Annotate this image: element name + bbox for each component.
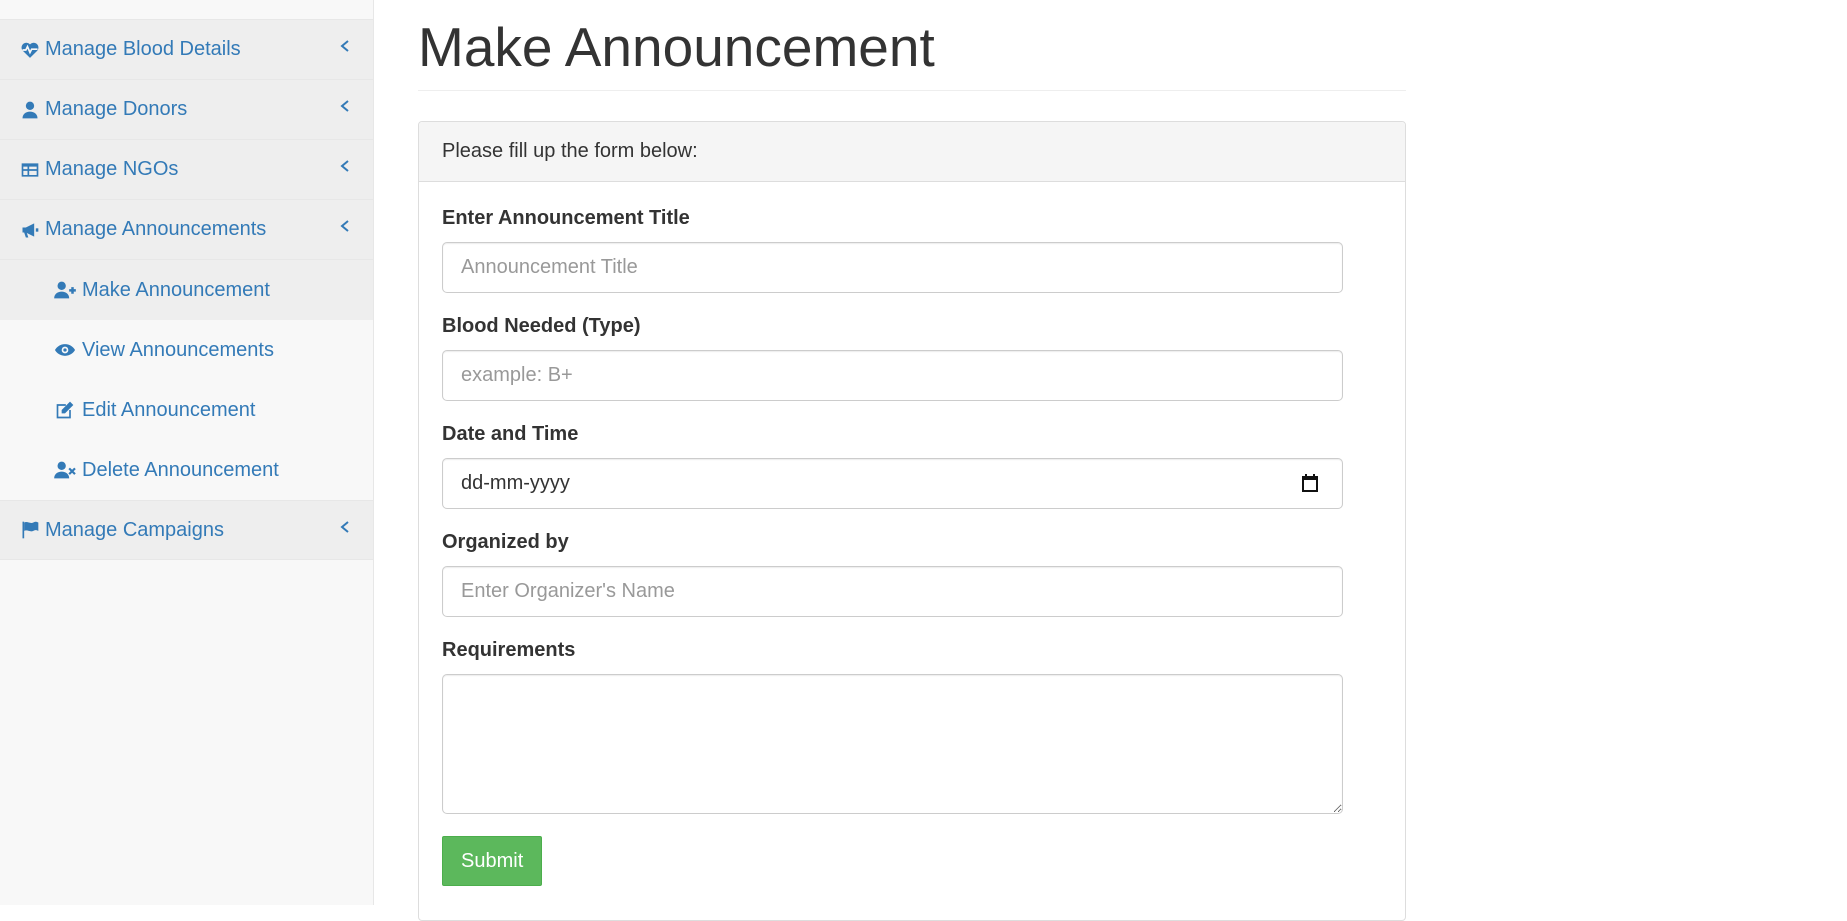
date-time-label: Date and Time [442, 423, 579, 445]
title-label: Enter Announcement Title [442, 207, 690, 229]
chevron-left-icon [339, 517, 353, 533]
sidebar: Manage Blood Details Manage Donors Manag… [0, 0, 374, 905]
page-title: Make Announcement [418, 16, 935, 78]
requirements-label: Requirements [442, 639, 576, 661]
user-times-icon [52, 459, 78, 481]
sidebar-subitem-make-announcement[interactable]: Make Announcement [0, 260, 373, 320]
chevron-left-icon [339, 216, 353, 232]
sidebar-subitem-edit-announcement[interactable]: Edit Announcement [0, 380, 373, 440]
flag-icon [19, 519, 41, 541]
sidebar-subitem-label: View Announcements [82, 338, 274, 361]
sidebar-subitem-label: Edit Announcement [82, 398, 256, 421]
user-icon [19, 99, 41, 121]
sidebar-item-label: Manage Announcements [45, 218, 267, 240]
page-header: Make Announcement [418, 18, 1406, 91]
sidebar-subitem-label: Delete Announcement [82, 458, 279, 481]
sidebar-subitem-view-announcements[interactable]: View Announcements [0, 320, 373, 380]
sidebar-subitem-delete-announcement[interactable]: Delete Announcement [0, 440, 373, 500]
form-group-title: Enter Announcement Title [442, 207, 1382, 293]
sidebar-item-label: Manage NGOs [45, 158, 179, 180]
organizer-label: Organized by [442, 531, 569, 553]
sidebar-item-manage-campaigns[interactable]: Manage Campaigns [0, 500, 373, 560]
form-group-requirements: Requirements [442, 639, 1382, 814]
form-group-date: Date and Time dd-mm-yyyy [442, 423, 1382, 509]
table-icon [19, 159, 41, 181]
main-content: Make Announcement Please fill up the for… [418, 0, 1406, 921]
submit-button[interactable]: Submit [442, 836, 543, 886]
blood-type-label: Blood Needed (Type) [442, 315, 641, 337]
panel-body: Enter Announcement Title Blood Needed (T… [419, 182, 1405, 886]
edit-icon [52, 399, 78, 421]
form-panel: Please fill up the form below: Enter Ann… [418, 121, 1406, 921]
heartbeat-icon [19, 39, 41, 61]
sidebar-item-manage-blood-details[interactable]: Manage Blood Details [0, 20, 373, 80]
chevron-left-icon [339, 156, 353, 172]
sidebar-top-divider [0, 0, 373, 20]
blood-type-input[interactable] [442, 350, 1343, 401]
announcement-title-input[interactable] [442, 242, 1343, 293]
chevron-left-icon [339, 36, 353, 52]
sidebar-item-label: Manage Campaigns [45, 518, 224, 541]
date-value: dd-mm-yyyy [461, 472, 570, 494]
date-time-input[interactable]: dd-mm-yyyy [442, 458, 1343, 509]
sidebar-item-manage-ngos[interactable]: Manage NGOs [0, 140, 373, 200]
calendar-icon[interactable] [1300, 473, 1320, 493]
sidebar-subitem-label: Make Announcement [82, 278, 270, 301]
form-group-blood: Blood Needed (Type) [442, 315, 1382, 401]
organizer-input[interactable] [442, 566, 1343, 617]
sidebar-item-manage-donors[interactable]: Manage Donors [0, 80, 373, 140]
sidebar-item-label: Manage Blood Details [45, 38, 241, 60]
panel-heading: Please fill up the form below: [419, 122, 1405, 182]
requirements-textarea[interactable] [442, 674, 1343, 814]
form-group-organizer: Organized by [442, 531, 1382, 617]
sidebar-item-manage-announcements[interactable]: Manage Announcements [0, 200, 373, 260]
chevron-left-icon [339, 96, 353, 112]
user-plus-icon [52, 279, 78, 301]
sidebar-item-label: Manage Donors [45, 98, 188, 120]
bullhorn-icon [19, 219, 41, 241]
eye-icon [52, 339, 78, 361]
